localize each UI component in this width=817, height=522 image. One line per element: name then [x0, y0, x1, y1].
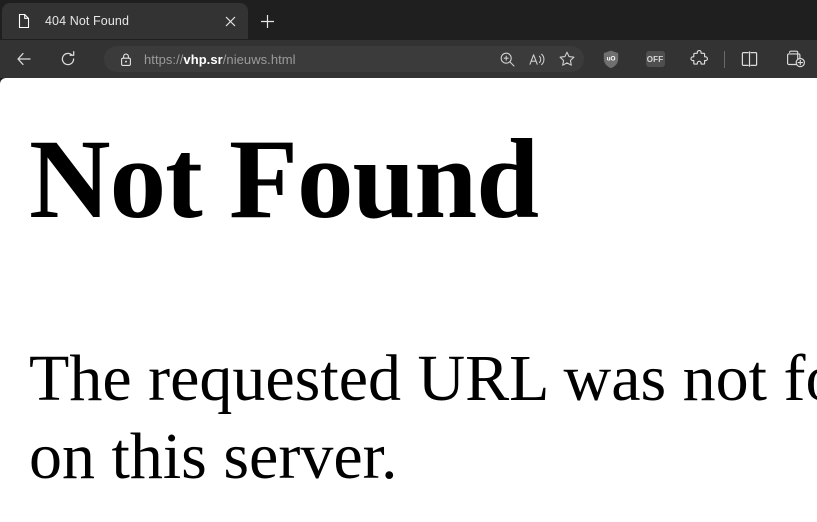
url-path: /nieuws.html: [222, 51, 296, 67]
tab-strip: 404 Not Found: [0, 0, 817, 40]
read-aloud-icon[interactable]: [524, 47, 550, 71]
split-screen-icon[interactable]: [734, 44, 764, 74]
lock-icon[interactable]: [114, 48, 138, 70]
extension-off-badge[interactable]: OFF: [640, 44, 670, 74]
favorite-star-icon[interactable]: [554, 47, 580, 71]
browser-window: 404 Not Found https://vhp.sr/nieuws.html…: [0, 0, 817, 522]
collections-icon[interactable]: [780, 44, 810, 74]
error-message: The requested URL was not found on this …: [29, 340, 817, 496]
zoom-icon[interactable]: [494, 47, 520, 71]
page-icon: [16, 13, 32, 29]
browser-toolbar: https://vhp.sr/nieuws.html uO OFF: [0, 40, 817, 78]
url-text[interactable]: https://vhp.sr/nieuws.html: [144, 52, 494, 67]
page-title: Not Found: [29, 117, 539, 242]
puzzle-piece-icon[interactable]: [684, 44, 714, 74]
page-viewport: Not Found The requested URL was not foun…: [0, 78, 817, 522]
reload-icon[interactable]: [53, 44, 83, 74]
new-tab-button[interactable]: [253, 7, 281, 35]
error-message-line-2: on this server.: [29, 420, 398, 493]
error-message-line-1: The requested URL was not found: [29, 342, 817, 415]
url-scheme: https://: [144, 51, 184, 67]
toolbar-extensions-area: uO OFF: [592, 40, 810, 78]
svg-text:uO: uO: [607, 55, 616, 62]
back-button[interactable]: [9, 44, 39, 74]
close-icon[interactable]: [218, 9, 242, 33]
url-host: vhp.sr: [183, 51, 223, 67]
tab-title: 404 Not Found: [45, 14, 129, 28]
address-bar[interactable]: https://vhp.sr/nieuws.html: [104, 46, 584, 72]
off-badge-label: OFF: [645, 51, 665, 67]
ublock-origin-icon[interactable]: uO: [596, 44, 626, 74]
browser-tab-404-not-found[interactable]: 404 Not Found: [2, 3, 248, 39]
toolbar-divider: [724, 50, 725, 68]
